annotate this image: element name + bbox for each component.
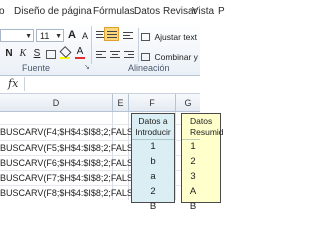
grow-font-button[interactable]: A (65, 28, 79, 42)
merge-cells-icon (141, 52, 150, 61)
font-size-combo[interactable]: 11 ▼ (36, 29, 64, 42)
column-header-label: G (184, 98, 192, 108)
font-color-icon: A (76, 46, 84, 57)
summary-table-header: Datos Resumid (182, 114, 224, 138)
formula-cell[interactable]: BUSCARV(F8;$H$4:$I$8;2;FALSO) (0, 186, 143, 201)
chevron-down-icon: ▼ (25, 33, 32, 40)
formula-cell[interactable]: BUSCARV(F6;$H$4:$I$8;2;FALSO) (0, 156, 143, 171)
tab-page-layout[interactable]: Diseño de página (14, 6, 92, 18)
font-name-combo[interactable]: ▼ (0, 29, 34, 42)
merge-center-label: Combinar y (154, 51, 198, 62)
wrap-text-label: Ajustar text (154, 31, 197, 42)
wrap-text-button[interactable]: Ajustar text (141, 28, 197, 42)
summary-value-cell[interactable]: B (181, 199, 205, 214)
underline-icon: S (33, 48, 41, 59)
align-middle-button[interactable] (104, 27, 119, 41)
gridline (175, 112, 176, 200)
column-header-e[interactable]: E (113, 94, 129, 112)
italic-icon: K (19, 48, 27, 59)
align-center-icon[interactable] (110, 51, 120, 60)
summary-value-cell[interactable]: 1 (181, 139, 205, 154)
summary-header-line2: Resumid (190, 127, 224, 137)
align-middle-icon (107, 31, 117, 40)
input-header-line2: Introducir (135, 127, 171, 137)
fill-color-button[interactable] (59, 45, 72, 59)
ribbon-tab-bar: o Diseño de página Fórmulas Datos Revisa… (0, 0, 225, 23)
column-header-label: D (52, 98, 60, 108)
formula-cell[interactable]: BUSCARV(F4;$H$4:$I$8;2;FALSO) (0, 125, 143, 140)
align-bottom-icon[interactable] (123, 32, 133, 41)
align-left-icon[interactable] (96, 51, 106, 60)
formula-cell[interactable]: BUSCARV(F5;$H$4:$I$8;2;FALSO) (0, 141, 143, 156)
formula-cell[interactable]: BUSCARV(F7;$H$4:$I$8;2;FALSO) (0, 171, 143, 186)
shrink-font-icon: A (81, 31, 88, 41)
column-header-g[interactable]: G (176, 94, 200, 112)
summary-value-cell[interactable]: A (181, 184, 205, 199)
input-table-header: Datos a Introducir (132, 114, 174, 138)
input-value-cell[interactable]: 1 (131, 139, 175, 154)
tab-data[interactable]: Datos (134, 6, 160, 18)
borders-icon[interactable] (46, 50, 56, 59)
tab-formulas[interactable]: Fórmulas (93, 6, 135, 18)
input-value-cell[interactable]: 2 (131, 184, 175, 199)
column-header-label: F (149, 98, 155, 108)
ribbon: ▼ 11 ▼ A A N K S A Ajustar text Combinar… (0, 22, 200, 76)
font-group-label: Fuente (22, 63, 51, 73)
font-size-value: 11 (40, 31, 50, 41)
tab-extra[interactable]: P (218, 6, 225, 18)
wrap-text-icon (141, 32, 150, 41)
merge-center-button[interactable]: Combinar y (141, 48, 198, 62)
dialog-launcher-icon[interactable]: ↘ (84, 63, 90, 71)
underline-button[interactable]: S (30, 47, 44, 61)
italic-button[interactable]: K (16, 47, 30, 61)
group-divider (91, 26, 92, 64)
tab-home-partial[interactable]: o (0, 6, 5, 18)
input-value-cell[interactable]: a (131, 169, 175, 184)
chevron-down-icon: ▼ (55, 33, 62, 40)
summary-value-cell[interactable]: 2 (181, 154, 205, 169)
column-header-label: E (117, 98, 124, 108)
input-value-cell[interactable]: b (131, 154, 175, 169)
bold-icon: N (5, 48, 13, 59)
input-header-line1: Datos a (138, 116, 168, 126)
column-header-d[interactable]: D (0, 94, 113, 112)
formula-bar: fx (0, 76, 200, 94)
column-header-f[interactable]: F (129, 94, 176, 112)
align-right-icon[interactable] (124, 51, 134, 60)
bold-button[interactable]: N (2, 47, 16, 61)
font-color-button[interactable]: A (75, 47, 85, 59)
font-color-swatch (75, 57, 85, 59)
grow-font-icon: A (68, 29, 76, 41)
summary-header-line1: Datos (190, 116, 213, 126)
group-divider (138, 28, 139, 62)
input-value-cell[interactable]: B (131, 199, 175, 214)
summary-value-cell[interactable]: 3 (181, 169, 205, 184)
alignment-group-label: Alineación (128, 63, 170, 73)
shrink-font-button[interactable]: A (78, 29, 92, 43)
insert-function-button[interactable]: fx (8, 77, 18, 91)
tab-view[interactable]: Vista (192, 6, 214, 18)
formula-bar-divider (24, 77, 25, 91)
